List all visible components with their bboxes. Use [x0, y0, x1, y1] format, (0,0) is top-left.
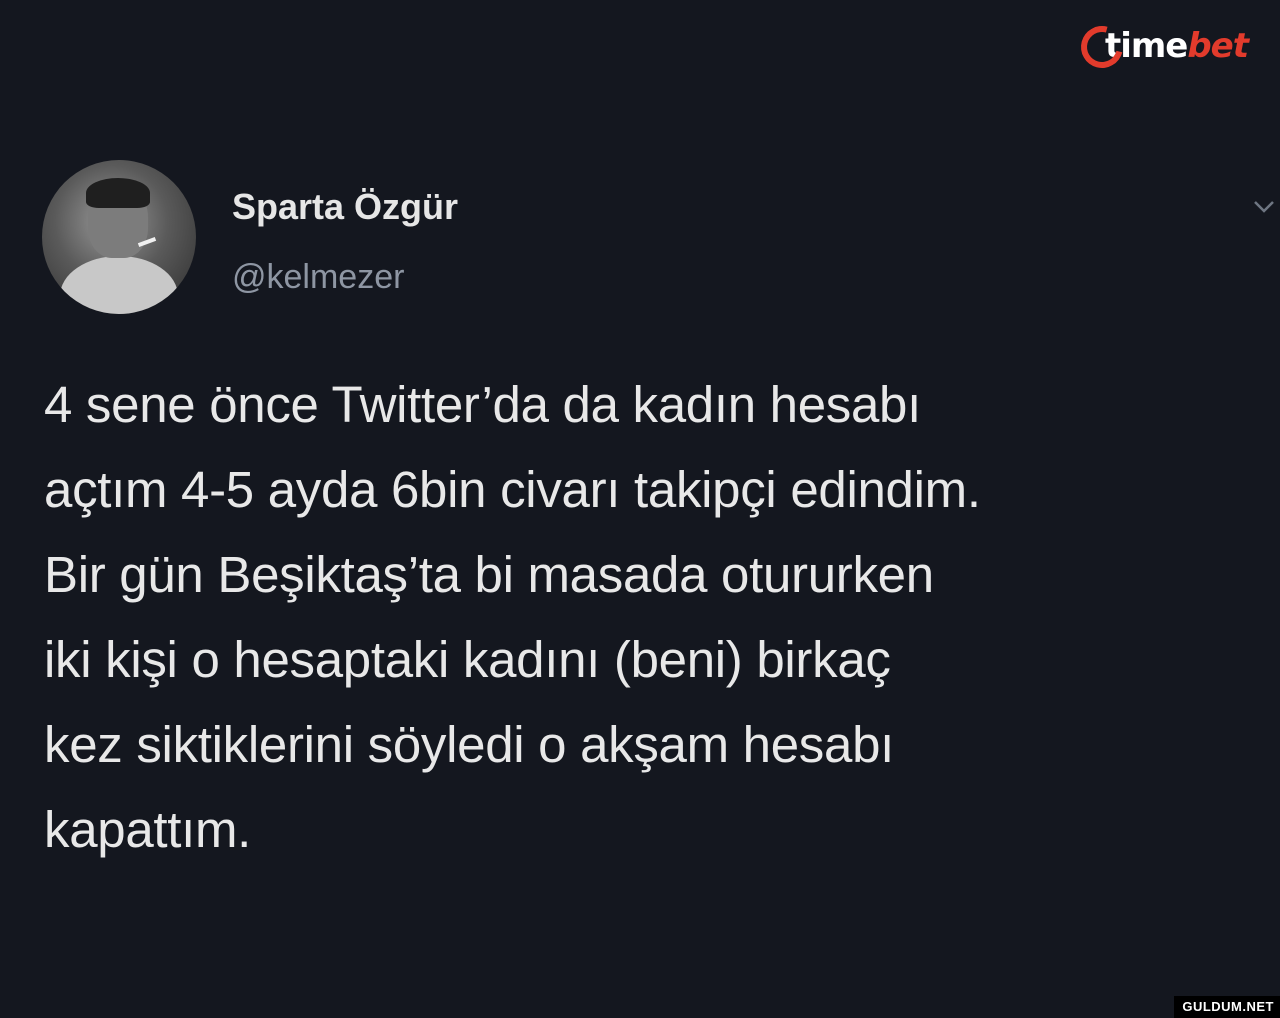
logo-text-bet: bet — [1187, 26, 1249, 66]
watermark: GULDUM.NET — [1174, 996, 1280, 1018]
display-name[interactable]: Sparta Özgür — [232, 186, 458, 228]
chevron-down-icon[interactable] — [1252, 194, 1276, 218]
tweet-line: açtım 4-5 ayda 6bin civarı takipçi edind… — [44, 461, 981, 518]
tweet-line: iki kişi o hesaptaki kadını (beni) birka… — [44, 631, 891, 688]
avatar[interactable] — [42, 160, 196, 314]
tweet-line: Bir gün Beşiktaş’ta bi masada otururken — [44, 546, 934, 603]
avatar-body — [60, 256, 178, 314]
tweet-line: 4 sene önce Twitter’da da kadın hesabı — [44, 376, 921, 433]
timebet-logo: time bet — [1073, 18, 1249, 76]
avatar-hair — [86, 178, 150, 208]
tweet-line: kez siktiklerini söyledi o akşam hesabı — [44, 716, 894, 773]
tweet-line: kapattım. — [44, 801, 252, 858]
tweet-text: 4 sene önce Twitter’da da kadın hesabı a… — [44, 362, 1264, 872]
user-handle[interactable]: @kelmezer — [232, 258, 404, 297]
